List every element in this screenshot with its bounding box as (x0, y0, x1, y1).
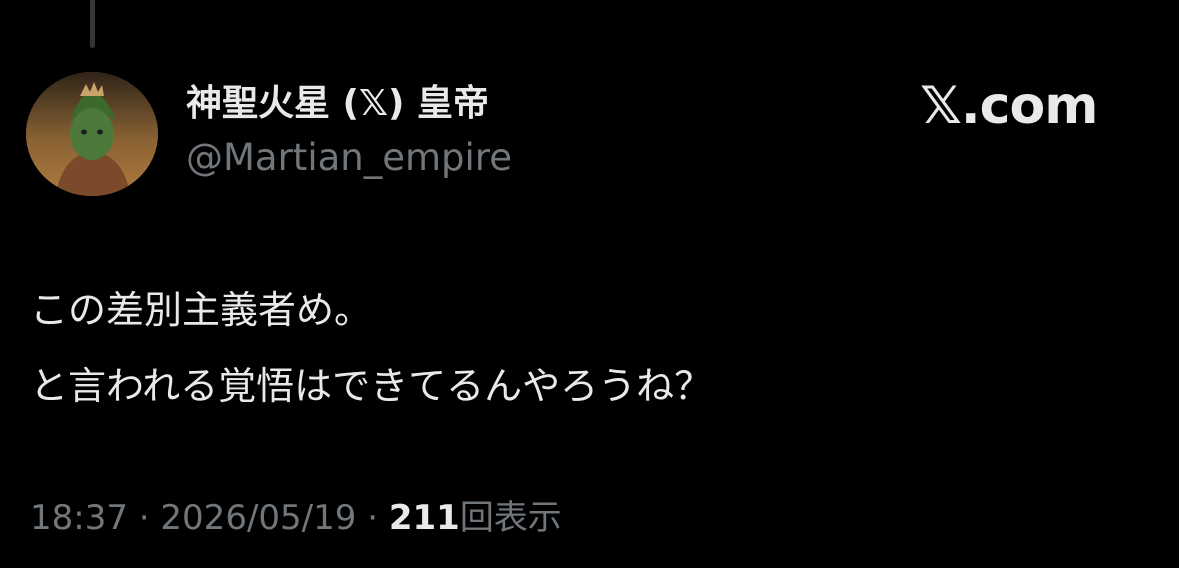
view-label: 回表示 (459, 498, 562, 538)
thread-connector-line (90, 0, 95, 48)
view-count: 211 (388, 498, 460, 538)
meta-separator: · (138, 498, 150, 538)
post-text-line: と言われる覚悟はできてるんやろうね？ (30, 364, 713, 408)
post-text: この差別主義者め。 と言われる覚悟はできてるんやろうね？ (30, 272, 1130, 424)
post-time[interactable]: 18:37 (30, 498, 128, 538)
avatar-image (26, 72, 158, 196)
display-name[interactable]: 神聖火星 (𝕏) 皇帝 (186, 80, 489, 128)
post-metadata: 18:37 · 2026/05/19 · 211回表示 (30, 494, 562, 542)
meta-separator: · (367, 498, 379, 538)
profile-avatar[interactable] (26, 72, 158, 196)
user-handle[interactable]: @Martian_empire (186, 134, 512, 182)
post-text-line: この差別主義者め。 (30, 288, 373, 332)
x-logo-icon: 𝕏.com (920, 76, 1098, 136)
post-date[interactable]: 2026/05/19 (160, 498, 356, 538)
